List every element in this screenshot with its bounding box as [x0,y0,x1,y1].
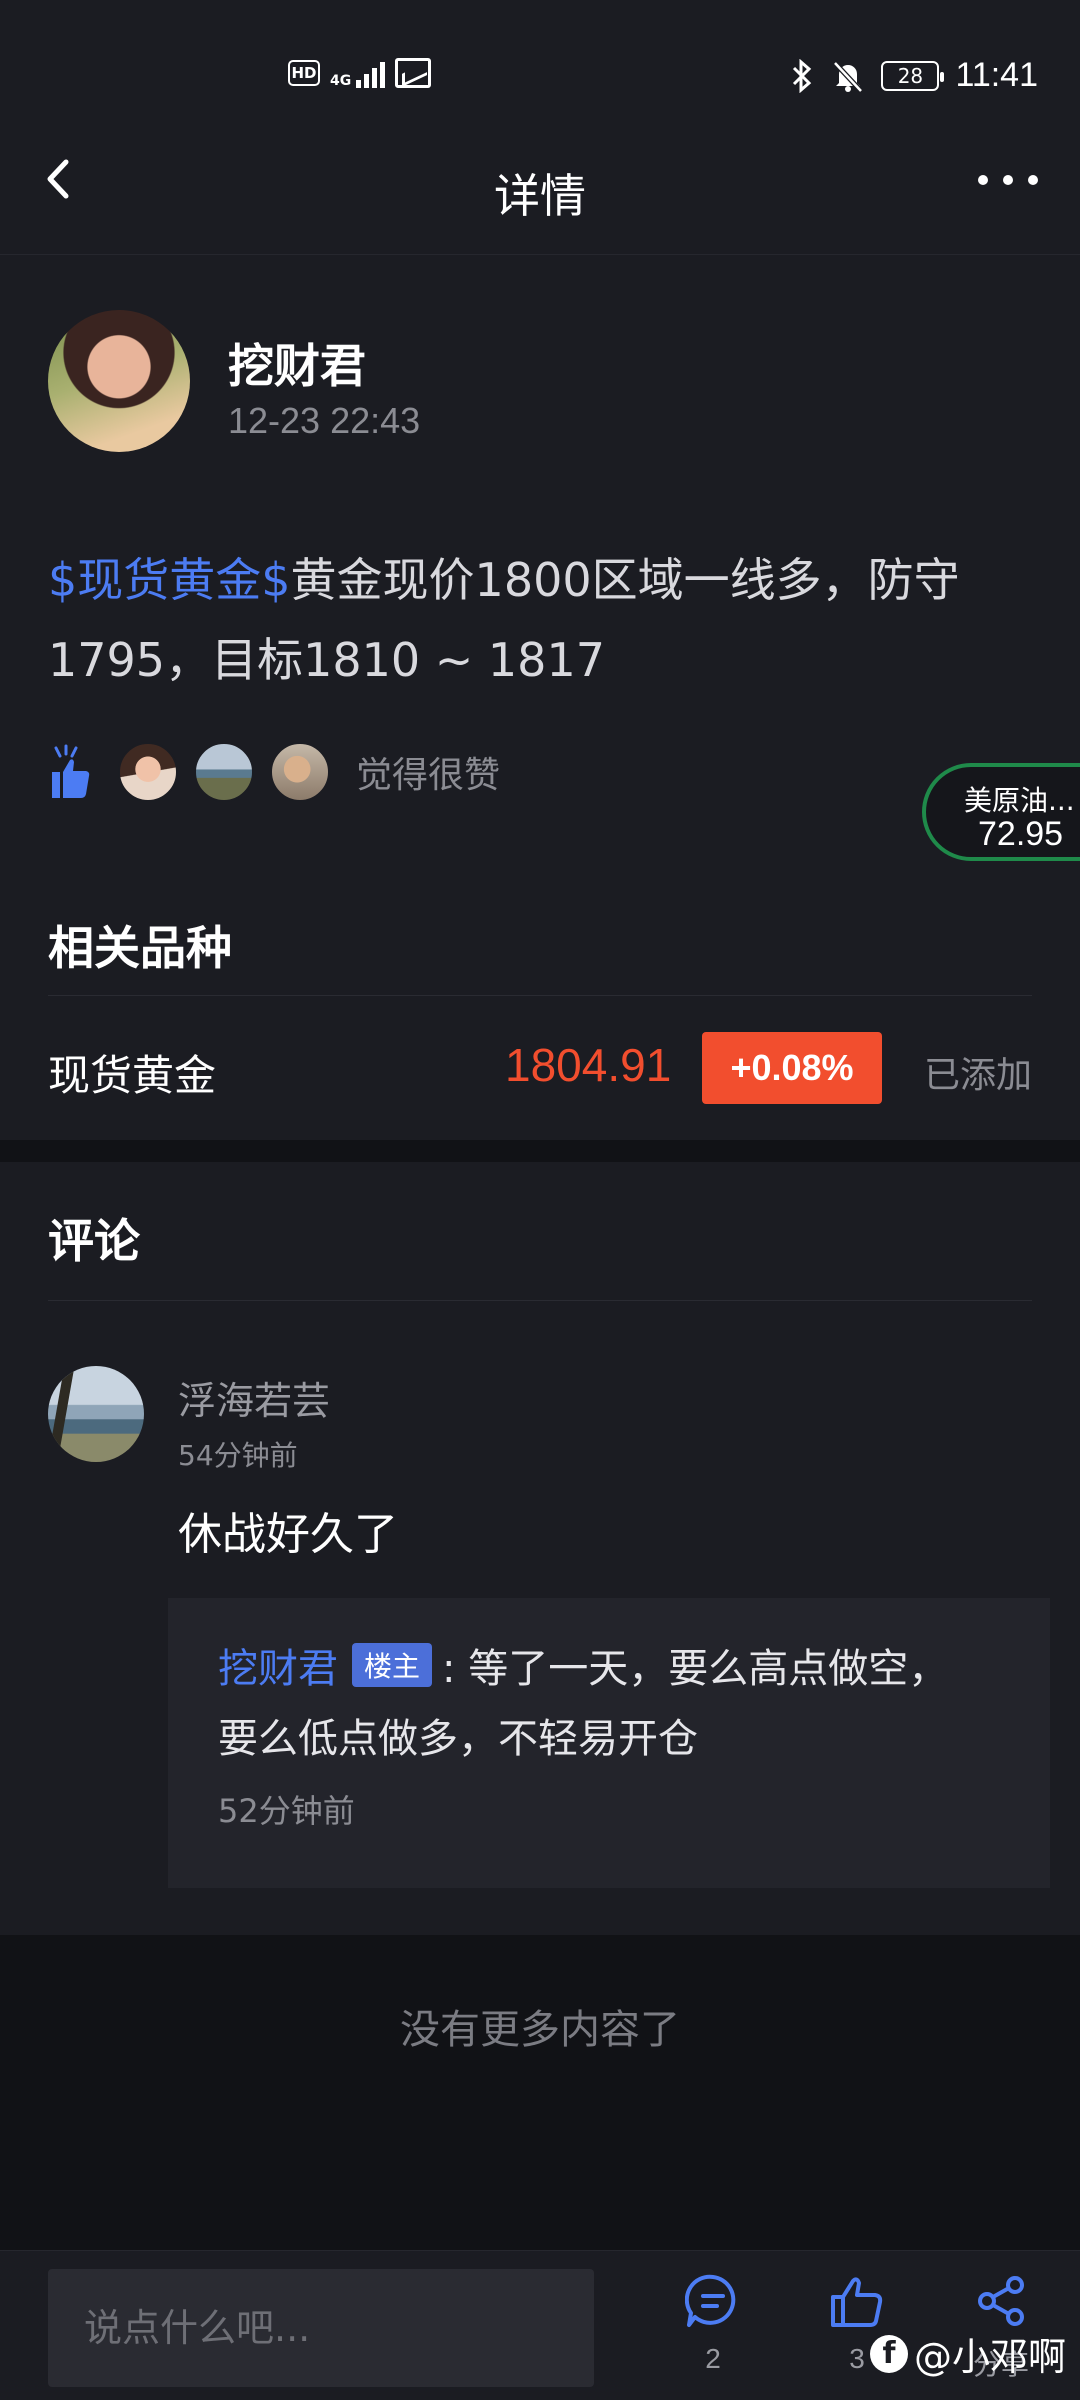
related-item-row[interactable]: 现货黄金 1804.91 +0.08% 已添加 [0,1020,1080,1120]
dot-icon [978,175,988,185]
author-name[interactable]: 挖财君 [228,330,366,396]
reply-text-line2: 要么低点做多，不轻易开仓 [218,1716,698,1762]
hd-icon: HD [288,60,320,86]
liker-avatar[interactable] [194,742,254,802]
comment-count: 2 [705,2343,721,2374]
author-avatar[interactable] [48,310,190,452]
end-of-list: 没有更多内容了 [0,1935,1080,2250]
quote-value: 72.95 [978,815,1064,853]
reply-box[interactable]: 挖财君 楼主 : 等了一天，要么高点做空， 要么低点做多，不轻易开仓 52分钟前 [168,1598,1050,1888]
more-options-button[interactable] [978,170,1038,190]
no-more-text: 没有更多内容了 [400,2007,680,2053]
battery-icon: 28 [881,60,945,91]
related-item-change-badge: +0.08% [702,1032,882,1104]
post-time: 12-23 22:43 [228,400,421,441]
signal-icon: 4G [330,58,386,89]
liker-avatar[interactable] [270,742,330,802]
watermark-logo-icon: f [869,2334,908,2373]
network-type: 4G [330,73,352,89]
comment-time: 54分钟前 [178,1439,298,1472]
comment-input[interactable] [48,2269,594,2387]
share-icon [978,2276,1024,2326]
liker-avatar[interactable] [118,742,178,802]
comments-title: 评论 [48,1214,140,1268]
post-text-line1: 黄金现价1800区域一线多，防守 [290,553,960,607]
dot-icon [1003,175,1013,185]
section-separator [0,1140,1080,1162]
divider [48,1300,1032,1301]
reply-time: 52分钟前 [218,1792,355,1830]
status-bar: HD 4G 28 11:41 [0,0,1080,130]
watermark-text: @小邓啊 [913,2335,1066,2379]
like-text: 觉得很赞 [356,755,501,796]
commenter-avatar[interactable] [48,1366,144,1462]
commenter-name[interactable]: 浮海若芸 [178,1370,330,1425]
reply-text-line1: : 等了一天，要么高点做空， [442,1646,949,1692]
clock: 11:41 [955,56,1038,94]
status-left: HD 4G [288,58,432,89]
dot-icon [1028,175,1038,185]
image-notification-icon [395,58,432,88]
stock-tag-link[interactable]: $现货黄金$ [48,553,291,607]
op-badge: 楼主 [352,1643,433,1687]
thumbs-up-icon [831,2277,883,2327]
reply-author[interactable]: 挖财君 [218,1636,338,1694]
post-text-line2: 1795，目标1810 ~ 1817 [48,633,605,687]
related-item-price: 1804.91 [505,1039,672,1091]
mute-bell-icon [833,60,864,93]
reply-line1: 挖财君 楼主 : 等了一天，要么高点做空， [218,1636,948,1694]
comment-icon [685,2274,736,2327]
floating-quote-widget[interactable]: 美原油... 72.95 [922,763,1080,861]
related-item-added-status[interactable]: 已添加 [924,1046,1032,1098]
status-right: 28 11:41 [789,56,1038,95]
likes-row: 觉得很赞 [48,740,500,804]
post-body: $现货黄金$黄金现价1800区域一线多，防守 1795，目标1810 ~ 181… [48,540,1038,700]
related-item-name: 现货黄金 [48,1051,217,1100]
page-title: 详情 [494,169,586,223]
app-header: 详情 [0,130,1080,255]
quote-name: 美原油... [964,784,1075,817]
bluetooth-icon [793,58,812,93]
related-title: 相关品种 [48,921,232,975]
comment-button[interactable]: 2 [668,2273,758,2375]
comment-text[interactable]: 休战好久了 [178,1498,398,1562]
watermark: f @小邓啊 [869,2326,1066,2381]
thumbs-up-icon[interactable] [48,744,92,800]
divider [48,995,1032,996]
